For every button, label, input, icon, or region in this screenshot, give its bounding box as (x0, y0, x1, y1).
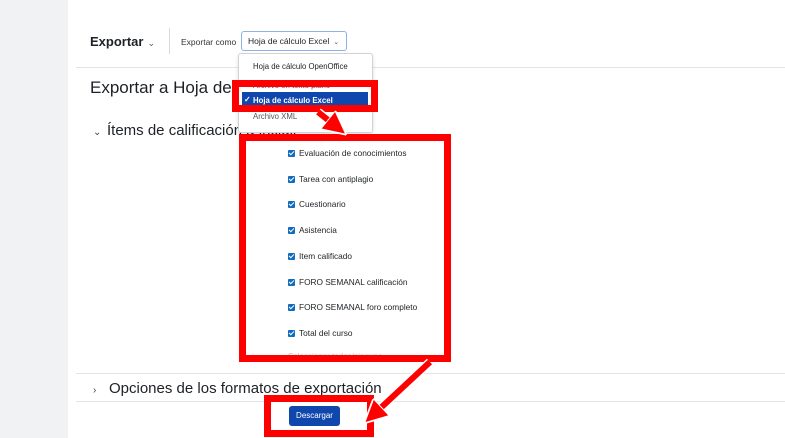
divider (76, 373, 785, 374)
chevron-down-icon: ⌄ (147, 38, 156, 48)
export-as-label: Exportar como (181, 37, 237, 47)
toolbar-divider (169, 28, 170, 54)
export-menu-toggle[interactable]: Exportar ⌄ (90, 34, 155, 49)
annotation-box-download (264, 395, 374, 437)
chevron-down-icon: ⌄ (333, 39, 340, 46)
export-format-select[interactable]: Hoja de cálculo Excel ⌄ (241, 31, 347, 51)
left-sidebar-strip (0, 0, 68, 438)
export-menu-label: Exportar (90, 34, 144, 49)
export-format-value: Hoja de cálculo Excel (248, 36, 330, 46)
dropdown-option-xml[interactable]: Archivo XML (239, 112, 372, 121)
chevron-down-icon: ⌄ (93, 127, 102, 138)
annotation-box-excel-option (232, 80, 378, 112)
divider (76, 67, 785, 68)
annotation-box-grade-items (239, 134, 451, 362)
dropdown-option-openoffice[interactable]: Hoja de cálculo OpenOffice (239, 62, 372, 71)
chevron-right-icon: › (93, 385, 97, 396)
divider (76, 401, 785, 402)
